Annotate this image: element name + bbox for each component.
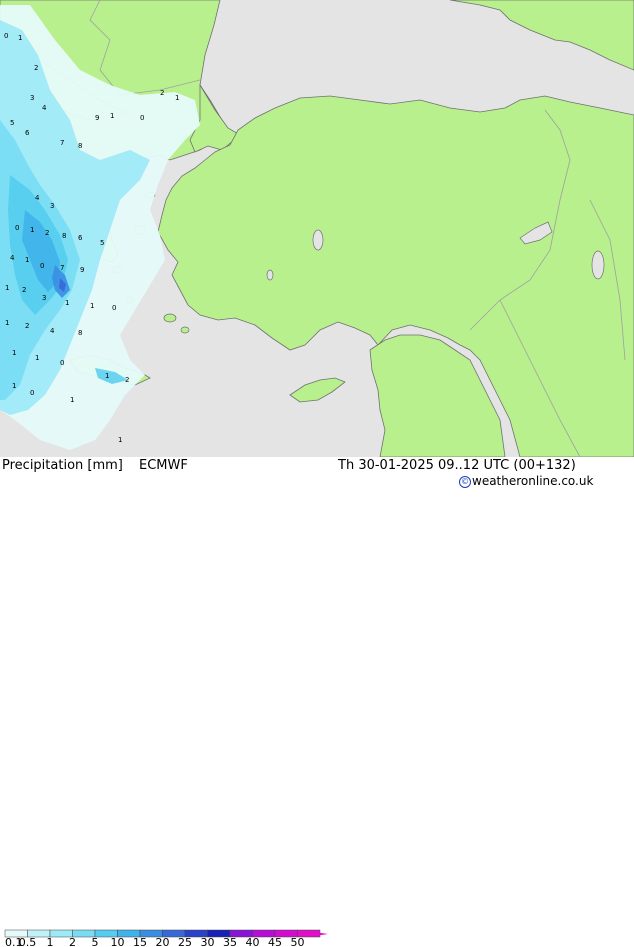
legend-label: 15 [133,936,147,947]
svg-text:5: 5 [100,239,104,247]
svg-text:1: 1 [30,226,34,234]
svg-text:4: 4 [35,194,40,202]
map-title: Precipitation [mm] [2,458,123,473]
svg-text:1: 1 [25,256,29,264]
credit-text: weatheronline.co.uk [472,474,594,488]
svg-text:2: 2 [22,286,26,294]
svg-text:0: 0 [60,359,64,367]
model-name: ECMWF [139,458,188,473]
svg-text:3: 3 [50,202,54,210]
legend-label: 0.5 [19,936,37,947]
legend-labels: 0.10.5 1 2 5 10 15 20 25 30 35 40 45 50 [5,936,305,947]
svg-text:4: 4 [10,254,15,262]
legend-label: 30 [201,936,215,947]
legend-label: 2 [69,936,76,947]
svg-text:1: 1 [12,349,16,357]
legend-label: 10 [111,936,125,947]
svg-text:4: 4 [42,104,47,112]
svg-text:3: 3 [30,94,34,102]
legend-label: 50 [291,936,305,947]
legend: 0.10.5 1 2 5 10 15 20 25 30 35 40 45 50 [4,929,328,947]
svg-text:0: 0 [112,304,116,312]
svg-text:1: 1 [175,94,179,102]
svg-text:1: 1 [65,299,69,307]
svg-text:1: 1 [5,319,9,327]
svg-text:2: 2 [160,89,164,97]
svg-text:6: 6 [25,129,30,137]
map-canvas: 0 1 2 3 4 5 6 7 8 9 1 0 2 1 4 3 0 1 2 8 … [0,0,634,458]
svg-text:0: 0 [15,224,19,232]
svg-text:0: 0 [40,262,44,270]
svg-text:5: 5 [10,119,14,127]
svg-text:2: 2 [125,376,129,384]
svg-text:0: 0 [30,389,34,397]
svg-text:1: 1 [18,34,22,42]
svg-text:1: 1 [105,372,109,380]
legend-label: 1 [47,936,54,947]
map-footer: Precipitation [mm] ECMWF Th 30-01-2025 0… [0,457,634,947]
legend-label: 25 [178,936,192,947]
svg-text:1: 1 [5,284,9,292]
svg-text:2: 2 [45,229,49,237]
svg-text:8: 8 [62,232,66,240]
svg-text:1: 1 [70,396,74,404]
legend-label: 45 [268,936,282,947]
legend-label: 40 [246,936,260,947]
svg-text:1: 1 [35,354,39,362]
svg-text:8: 8 [78,329,82,337]
legend-label: 5 [92,936,99,947]
precipitation-map[interactable]: 0 1 2 3 4 5 6 7 8 9 1 0 2 1 4 3 0 1 2 8 … [0,0,634,458]
svg-text:0: 0 [140,114,144,122]
svg-text:7: 7 [60,139,64,147]
copyright-icon: © [459,476,471,488]
svg-text:4: 4 [50,327,55,335]
svg-text:8: 8 [78,142,82,150]
svg-text:1: 1 [118,436,122,444]
svg-text:1: 1 [90,302,94,310]
svg-text:2: 2 [25,322,29,330]
svg-text:2: 2 [34,64,38,72]
credit[interactable]: © weatheronline.co.uk [459,474,593,488]
svg-text:9: 9 [80,266,84,274]
svg-text:3: 3 [42,294,46,302]
svg-text:1: 1 [12,382,16,390]
svg-text:9: 9 [95,114,99,122]
svg-text:7: 7 [60,264,64,272]
svg-text:0: 0 [4,32,8,40]
legend-label: 20 [156,936,170,947]
svg-text:1: 1 [110,112,114,120]
legend-label: 35 [223,936,237,947]
svg-text:6: 6 [78,234,83,242]
valid-time: Th 30-01-2025 09..12 UTC (00+132) [338,458,576,473]
